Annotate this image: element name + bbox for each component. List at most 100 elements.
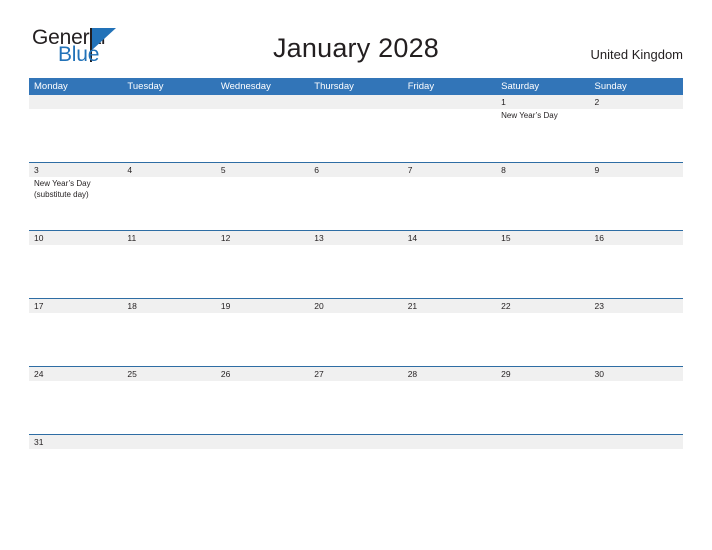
day-number[interactable]: 3 (29, 163, 122, 177)
day-events-empty (29, 109, 122, 162)
holiday-label: New Year’s Day (34, 179, 91, 188)
day-events-empty (403, 449, 496, 474)
day-number[interactable]: 12 (216, 231, 309, 245)
day-number[interactable]: 27 (309, 367, 402, 381)
day-number[interactable]: 23 (590, 299, 683, 313)
day-events-empty (216, 109, 309, 162)
calendar-week-row: 10 11 12 13 14 15 16 (29, 230, 683, 298)
page-header: General Blue January 2028 United Kingdom (0, 0, 712, 72)
day-number[interactable]: 9 (590, 163, 683, 177)
day-events-empty (122, 381, 215, 434)
day-number[interactable]: 13 (309, 231, 402, 245)
day-events-empty (29, 381, 122, 434)
day-number[interactable]: 25 (122, 367, 215, 381)
day-events-empty (403, 313, 496, 366)
day-number[interactable]: 6 (309, 163, 402, 177)
day-number[interactable]: 7 (403, 163, 496, 177)
week-date-strip: 3456789 (29, 163, 683, 177)
calendar-week-row: 24 25 26 27 28 29 30 (29, 366, 683, 434)
day-events-empty (309, 245, 402, 298)
day-number[interactable]: 8 (496, 163, 589, 177)
day-number-empty (403, 435, 496, 449)
day-number-empty (122, 435, 215, 449)
week-event-strip (29, 245, 683, 298)
day-events-empty (122, 449, 215, 474)
day-number-empty (309, 435, 402, 449)
day-number-empty (309, 95, 402, 109)
calendar-weeks: 1 2 New Year’s Day 3 4 5 6 7 8 9 New Year’s Day (su… (29, 95, 683, 474)
day-number[interactable]: 14 (403, 231, 496, 245)
day-number-empty (122, 95, 215, 109)
week-date-strip: 31 (29, 435, 683, 449)
calendar-week-row: 17 18 19 20 21 22 23 (29, 298, 683, 366)
day-number[interactable]: 5 (216, 163, 309, 177)
day-events-empty (216, 177, 309, 230)
day-events-empty (216, 381, 309, 434)
day-number-empty (590, 435, 683, 449)
calendar-week-row: 1 2 New Year’s Day (29, 95, 683, 162)
day-number[interactable]: 31 (29, 435, 122, 449)
day-events-empty (122, 245, 215, 298)
day-events-empty (403, 245, 496, 298)
day-number[interactable]: 2 (590, 95, 683, 109)
holiday-label: New Year’s Day (501, 111, 558, 120)
day-events-empty (309, 109, 402, 162)
day-number[interactable]: 18 (122, 299, 215, 313)
day-events-empty (590, 381, 683, 434)
week-event-strip (29, 381, 683, 434)
day-events-empty (309, 313, 402, 366)
calendar-table: Monday Tuesday Wednesday Thursday Friday… (29, 78, 683, 474)
day-number[interactable]: 15 (496, 231, 589, 245)
day-number[interactable]: 24 (29, 367, 122, 381)
day-events-empty (216, 449, 309, 474)
day-number[interactable]: 4 (122, 163, 215, 177)
day-number[interactable]: 21 (403, 299, 496, 313)
day-number[interactable]: 17 (29, 299, 122, 313)
day-events-empty (403, 381, 496, 434)
day-number-empty (496, 435, 589, 449)
day-events-empty (496, 245, 589, 298)
day-number-empty (216, 435, 309, 449)
day-events-empty (29, 449, 122, 474)
day-number[interactable]: 22 (496, 299, 589, 313)
day-number[interactable]: 11 (122, 231, 215, 245)
day-events-empty (216, 313, 309, 366)
day-events-empty (403, 177, 496, 230)
day-number-empty (216, 95, 309, 109)
weekday-header-row: Monday Tuesday Wednesday Thursday Friday… (29, 78, 683, 95)
country-label: United Kingdom (590, 47, 684, 62)
day-events-empty (29, 313, 122, 366)
weekday-header-tuesday: Tuesday (127, 81, 164, 92)
calendar-week-row: 31 (29, 434, 683, 474)
day-number[interactable]: 29 (496, 367, 589, 381)
day-number[interactable]: 20 (309, 299, 402, 313)
week-event-strip (29, 313, 683, 366)
day-events-empty (216, 245, 309, 298)
day-number[interactable]: 16 (590, 231, 683, 245)
day-events-empty (590, 109, 683, 162)
day-events-empty (496, 381, 589, 434)
day-events-empty (496, 449, 589, 474)
day-events-empty (122, 313, 215, 366)
day-number[interactable]: 26 (216, 367, 309, 381)
day-events[interactable]: New Year’s Day (496, 109, 589, 162)
day-number[interactable]: 10 (29, 231, 122, 245)
day-events-empty (122, 177, 215, 230)
day-events-empty (29, 245, 122, 298)
weekday-header-wednesday: Wednesday (220, 81, 271, 92)
day-number[interactable]: 30 (590, 367, 683, 381)
week-date-strip: 24 25 26 27 28 29 30 (29, 367, 683, 381)
day-events-empty (496, 177, 589, 230)
day-number[interactable]: 19 (216, 299, 309, 313)
weekday-header-monday: Monday (34, 81, 68, 92)
day-events-empty (496, 313, 589, 366)
week-event-strip (29, 449, 683, 474)
day-events-empty (309, 449, 402, 474)
day-events-empty (590, 449, 683, 474)
day-number[interactable]: 1 (496, 95, 589, 109)
day-number[interactable]: 28 (403, 367, 496, 381)
day-number-empty (403, 95, 496, 109)
week-date-strip: 10 11 12 13 14 15 16 (29, 231, 683, 245)
holiday-label: (substitute day) (34, 189, 89, 199)
day-events[interactable]: New Year’s Day (substitute day) (29, 177, 122, 230)
